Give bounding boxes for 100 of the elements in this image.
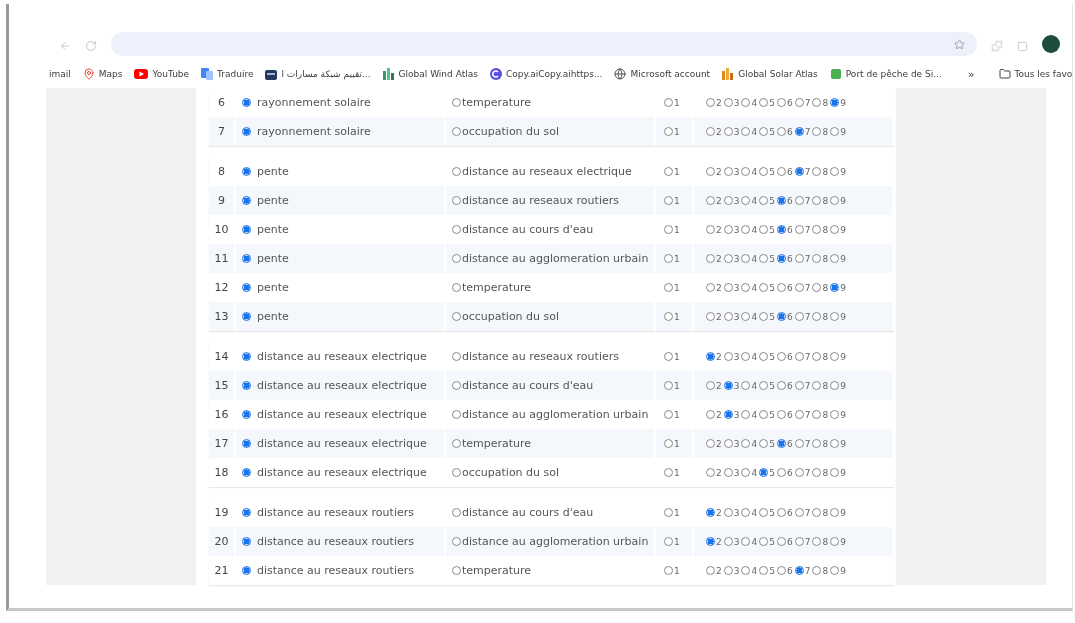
scale-option[interactable]: 5: [759, 253, 775, 264]
scale-option[interactable]: 8: [812, 126, 829, 137]
radio-icon[interactable]: [242, 508, 251, 517]
radio-icon[interactable]: [242, 410, 251, 419]
scale-option[interactable]: 8: [812, 195, 829, 206]
scale-option[interactable]: 1: [664, 565, 680, 576]
scale-option[interactable]: 4: [741, 97, 758, 108]
scale-option[interactable]: 6: [776, 507, 793, 518]
radio-icon[interactable]: [706, 508, 715, 517]
scale-option[interactable]: 5: [759, 166, 775, 177]
radio-icon[interactable]: [741, 167, 751, 176]
criterion-option[interactable]: distance au reseaux electrique: [242, 466, 427, 479]
radio-icon[interactable]: [794, 410, 804, 419]
scale-option[interactable]: 4: [741, 311, 758, 322]
radio-icon[interactable]: [741, 254, 751, 263]
radio-icon[interactable]: [794, 312, 804, 321]
scale-option[interactable]: 9: [830, 126, 846, 137]
radio-icon[interactable]: [452, 283, 461, 292]
bookmark-link[interactable]: Microsoft account: [614, 68, 711, 80]
radio-icon[interactable]: [723, 167, 733, 176]
scale-option[interactable]: 7: [794, 166, 811, 177]
bookmark-link[interactable]: Traduire: [201, 68, 254, 80]
radio-icon[interactable]: [723, 410, 733, 419]
radio-icon[interactable]: [242, 537, 251, 546]
radio-icon[interactable]: [812, 508, 822, 517]
scale-option[interactable]: 9: [830, 467, 846, 478]
radio-icon[interactable]: [776, 196, 786, 205]
square-icon[interactable]: [1017, 41, 1028, 52]
radio-icon[interactable]: [723, 283, 733, 292]
radio-icon[interactable]: [759, 283, 769, 292]
radio-icon[interactable]: [741, 566, 751, 575]
scale-option[interactable]: 2: [706, 380, 722, 391]
scale-option[interactable]: 2: [706, 467, 722, 478]
criterion-option[interactable]: distance au agglomeration urbain: [452, 408, 649, 421]
scale-option[interactable]: 9: [830, 195, 846, 206]
scale-option[interactable]: 1: [664, 166, 680, 177]
scale-option[interactable]: 7: [794, 97, 811, 108]
radio-icon[interactable]: [794, 508, 804, 517]
radio-icon[interactable]: [794, 127, 804, 136]
radio-icon[interactable]: [776, 468, 786, 477]
radio-icon[interactable]: [723, 508, 733, 517]
radio-icon[interactable]: [812, 468, 822, 477]
scale-option[interactable]: 6: [776, 97, 793, 108]
scale-option[interactable]: 8: [812, 253, 829, 264]
scale-option[interactable]: 9: [830, 224, 846, 235]
radio-icon[interactable]: [759, 127, 769, 136]
scale-option[interactable]: 9: [830, 351, 846, 362]
radio-icon[interactable]: [812, 196, 822, 205]
radio-icon[interactable]: [794, 98, 804, 107]
radio-icon[interactable]: [776, 410, 786, 419]
radio-icon[interactable]: [664, 566, 673, 575]
criterion-option[interactable]: distance au reseaux routiers: [452, 350, 619, 363]
criterion-option[interactable]: pente: [242, 310, 289, 323]
radio-icon[interactable]: [741, 225, 751, 234]
scale-option[interactable]: 5: [759, 224, 775, 235]
radio-icon[interactable]: [706, 225, 715, 234]
radio-icon[interactable]: [723, 98, 733, 107]
criterion-option[interactable]: distance au reseaux routiers: [242, 535, 414, 548]
scale-option[interactable]: 3: [723, 351, 740, 362]
radio-icon[interactable]: [723, 381, 733, 390]
criterion-option[interactable]: distance au reseaux routiers: [452, 194, 619, 207]
radio-icon[interactable]: [759, 439, 769, 448]
scale-option[interactable]: 9: [830, 253, 846, 264]
radio-icon[interactable]: [664, 410, 673, 419]
criterion-option[interactable]: distance au reseaux electrique: [242, 379, 427, 392]
radio-icon[interactable]: [664, 283, 673, 292]
radio-icon[interactable]: [812, 254, 822, 263]
scale-option[interactable]: 9: [830, 507, 846, 518]
radio-icon[interactable]: [452, 312, 461, 321]
radio-icon[interactable]: [664, 196, 673, 205]
scale-option[interactable]: 2: [706, 195, 722, 206]
radio-icon[interactable]: [706, 439, 715, 448]
radio-icon[interactable]: [723, 312, 733, 321]
scale-option[interactable]: 8: [812, 351, 829, 362]
scale-option[interactable]: 3: [723, 311, 740, 322]
scale-option[interactable]: 3: [723, 380, 740, 391]
scale-option[interactable]: 5: [759, 311, 775, 322]
scale-option[interactable]: 5: [759, 467, 775, 478]
scale-option[interactable]: 9: [830, 311, 846, 322]
radio-icon[interactable]: [830, 254, 840, 263]
radio-icon[interactable]: [242, 283, 251, 292]
scale-option[interactable]: 6: [776, 467, 793, 478]
scale-option[interactable]: 9: [830, 565, 846, 576]
scale-option[interactable]: 3: [723, 253, 740, 264]
radio-icon[interactable]: [706, 98, 715, 107]
criterion-option[interactable]: distance au agglomeration urbain: [452, 252, 649, 265]
scale-option[interactable]: 4: [741, 282, 758, 293]
radio-icon[interactable]: [741, 196, 751, 205]
radio-icon[interactable]: [741, 283, 751, 292]
scale-option[interactable]: 7: [794, 507, 811, 518]
radio-icon[interactable]: [759, 468, 769, 477]
criterion-option[interactable]: distance au reseaux electrique: [242, 437, 427, 450]
radio-icon[interactable]: [794, 254, 804, 263]
scale-option[interactable]: 2: [706, 311, 722, 322]
radio-icon[interactable]: [812, 312, 822, 321]
radio-icon[interactable]: [812, 352, 822, 361]
scale-option[interactable]: 3: [723, 536, 740, 547]
radio-icon[interactable]: [741, 352, 751, 361]
criterion-option[interactable]: pente: [242, 194, 289, 207]
scale-option[interactable]: 6: [776, 224, 793, 235]
